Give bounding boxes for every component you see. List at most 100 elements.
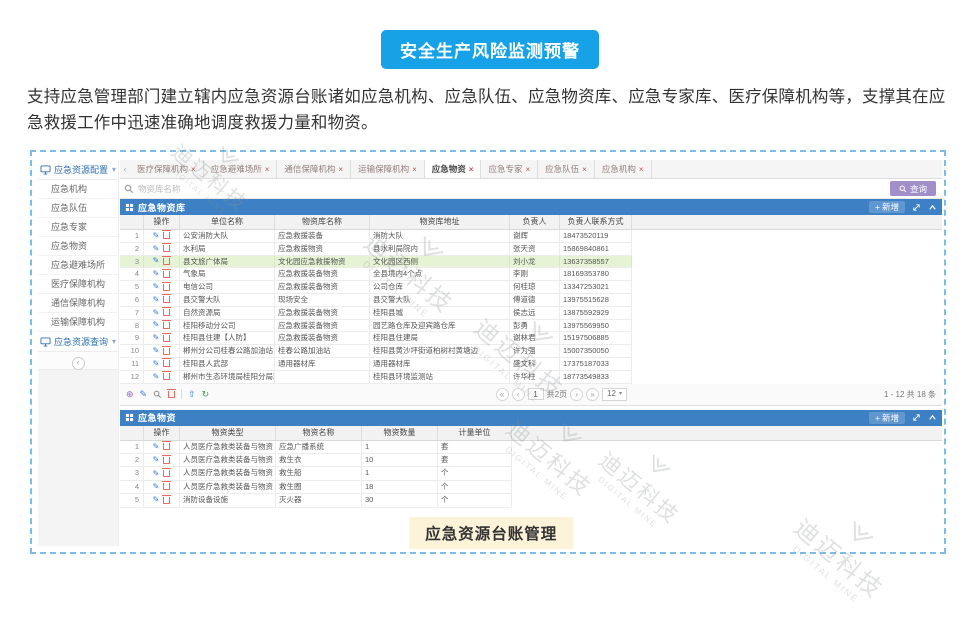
tab[interactable]: 应急机构× <box>595 160 652 178</box>
search-button[interactable]: 查询 <box>890 181 936 196</box>
edit-icon[interactable]: ✎ <box>153 296 160 304</box>
collapse-up-icon[interactable] <box>928 203 937 212</box>
delete-icon[interactable] <box>163 483 170 490</box>
tab-scroll-left-icon[interactable]: ‹ <box>120 160 130 178</box>
table-row[interactable]: 11✎桂阳县人武部通用器材库通用器材库盛文科17375187033 <box>120 358 632 371</box>
search-icon[interactable] <box>153 390 162 399</box>
delete-icon[interactable] <box>163 309 170 316</box>
delete-icon[interactable] <box>163 296 170 303</box>
table-row[interactable]: 3✎人员医疗急救类装备与物资救生船1个 <box>120 467 512 480</box>
page-input[interactable]: 1 <box>528 388 544 400</box>
close-icon[interactable]: × <box>525 165 530 174</box>
table-row[interactable]: 3✎县文旅广体局文化园应急救援物资文化园区西侧刘小龙13637358557 <box>120 256 632 269</box>
table-row[interactable]: 8✎桂阳移动分公司应急救援装备物资园艺路仓库及迎宾路仓库彭勇1397556995… <box>120 320 632 333</box>
sidebar-item[interactable]: 应急机构 <box>38 180 118 199</box>
edit-icon[interactable]: ✎ <box>153 309 160 317</box>
edit-icon[interactable]: ✎ <box>153 257 160 265</box>
tab[interactable]: 应急队伍× <box>538 160 595 178</box>
close-icon[interactable]: × <box>412 165 417 174</box>
collapse-up-icon[interactable] <box>928 413 937 422</box>
add-button[interactable]: +新增 <box>869 412 905 424</box>
expand-icon[interactable] <box>912 203 921 212</box>
edit-icon[interactable]: ✎ <box>153 496 160 504</box>
table-row[interactable]: 4✎气象局应急救援装备物资全县境内4个点李刚18169353780 <box>120 268 632 281</box>
edit-icon[interactable]: ✎ <box>153 245 160 253</box>
upload-icon[interactable]: ⇧ <box>188 390 196 399</box>
table-row[interactable]: 6✎县交警大队现场安全县交警大队傅道德13975515628 <box>120 294 632 307</box>
tab[interactable]: 通信保障机构× <box>277 160 351 178</box>
edit-icon[interactable]: ✎ <box>153 456 160 464</box>
edit-icon[interactable]: ✎ <box>153 373 160 381</box>
table-row[interactable]: 4✎人员医疗急救类装备与物资救生圈18个 <box>120 481 512 494</box>
sidebar-group-header[interactable]: 应急资源查询▾ <box>38 332 118 352</box>
sidebar-item[interactable]: 运输保障机构 <box>38 313 118 332</box>
table-row[interactable]: 1✎人员医疗急救类装备与物资应急广播系统1套 <box>120 441 512 454</box>
sidebar-item[interactable]: 应急队伍 <box>38 199 118 218</box>
delete-icon[interactable] <box>163 443 170 450</box>
edit-icon[interactable]: ✎ <box>153 443 160 451</box>
sidebar-item[interactable]: 应急物资 <box>38 237 118 256</box>
delete-icon[interactable] <box>163 335 170 342</box>
close-icon[interactable]: × <box>639 165 644 174</box>
delete-icon[interactable] <box>163 470 170 477</box>
edit-icon[interactable]: ✎ <box>153 334 160 342</box>
table-row[interactable]: 2✎水利局应急救援物资县水利局院内张天资15869840861 <box>120 243 632 256</box>
table-row[interactable]: 5✎电信公司应急救援装备物资公司仓库何桂琼13347253021 <box>120 281 632 294</box>
first-page-button[interactable]: « <box>496 388 509 401</box>
delete-icon[interactable] <box>163 373 170 380</box>
edit-icon[interactable]: ✎ <box>153 347 160 355</box>
sidebar-item[interactable]: 医疗保障机构 <box>38 275 118 294</box>
sidebar-group-header[interactable]: 应急资源配置▾ <box>38 160 118 180</box>
next-page-button[interactable]: › <box>570 388 583 401</box>
table-row[interactable]: 12✎郴州市生态环境局桂阳分局环境监测桂阳县环境监测站许华柱1877354983… <box>120 371 632 384</box>
delete-icon[interactable] <box>163 258 170 265</box>
search-input[interactable]: 物资库名称 <box>138 183 886 195</box>
prev-page-button[interactable]: ‹ <box>512 388 525 401</box>
edit-icon[interactable]: ✎ <box>140 390 148 399</box>
table-row[interactable]: 5✎消防设备设施灭火器30个 <box>120 494 512 507</box>
tab[interactable]: 医疗保障机构× <box>130 160 204 178</box>
delete-icon[interactable] <box>163 271 170 278</box>
tab[interactable]: 应急物资× <box>425 160 482 178</box>
table-row[interactable]: 1✎公安消防大队应急救援装备消防大队谢辉18473520119 <box>120 230 632 243</box>
table-row[interactable]: 10✎郴州分公司桂春公路加油站桂春公路加油站桂阳县黄沙坪街道柏树村黄塘边许为强1… <box>120 345 632 358</box>
delete-icon[interactable] <box>163 245 170 252</box>
page-size-select[interactable]: 12 ▾ <box>602 388 627 401</box>
plus-circle-icon[interactable]: ⊕ <box>126 390 134 399</box>
delete-icon[interactable] <box>163 284 170 291</box>
close-icon[interactable]: × <box>191 165 196 174</box>
delete-icon[interactable] <box>163 497 170 504</box>
last-page-button[interactable]: » <box>586 388 599 401</box>
table-row[interactable]: 2✎人员医疗急救类装备与物资救生衣10套 <box>120 454 512 467</box>
expand-icon[interactable] <box>912 413 921 422</box>
add-button[interactable]: +新增 <box>869 201 905 213</box>
tab[interactable]: 应急专家× <box>481 160 538 178</box>
table-row[interactable]: 7✎自然资源局应急救援装备物资桂阳县城侯志远13875592929 <box>120 307 632 320</box>
edit-icon[interactable]: ✎ <box>153 483 160 491</box>
close-icon[interactable]: × <box>265 165 270 174</box>
close-icon[interactable]: × <box>582 165 587 174</box>
sidebar-item[interactable]: 应急专家 <box>38 218 118 237</box>
edit-icon[interactable]: ✎ <box>153 360 160 368</box>
close-icon[interactable]: × <box>469 165 474 174</box>
edit-icon[interactable]: ✎ <box>153 470 160 478</box>
delete-icon[interactable] <box>168 391 175 398</box>
table-row[interactable]: 9✎桂阳县住建【人防】应急救援装备物资桂阳县住建局谢林君15197506885 <box>120 332 632 345</box>
edit-icon[interactable]: ✎ <box>153 321 160 329</box>
edit-icon[interactable]: ✎ <box>153 270 160 278</box>
edit-icon[interactable]: ✎ <box>153 283 160 291</box>
refresh-icon[interactable]: ↻ <box>202 390 210 399</box>
delete-icon[interactable] <box>163 457 170 464</box>
tab[interactable]: 运输保障机构× <box>351 160 425 178</box>
sidebar-collapse-button[interactable]: ‹ <box>38 352 118 370</box>
collapse-left-icon[interactable]: ‹ <box>72 357 85 370</box>
delete-icon[interactable] <box>163 322 170 329</box>
sidebar-item[interactable]: 通信保障机构 <box>38 294 118 313</box>
sidebar-item[interactable]: 应急避难场所 <box>38 256 118 275</box>
delete-icon[interactable] <box>163 360 170 367</box>
tab[interactable]: 应急避难场所× <box>204 160 278 178</box>
delete-icon[interactable] <box>163 348 170 355</box>
delete-icon[interactable] <box>163 232 170 239</box>
edit-icon[interactable]: ✎ <box>153 232 160 240</box>
close-icon[interactable]: × <box>338 165 343 174</box>
